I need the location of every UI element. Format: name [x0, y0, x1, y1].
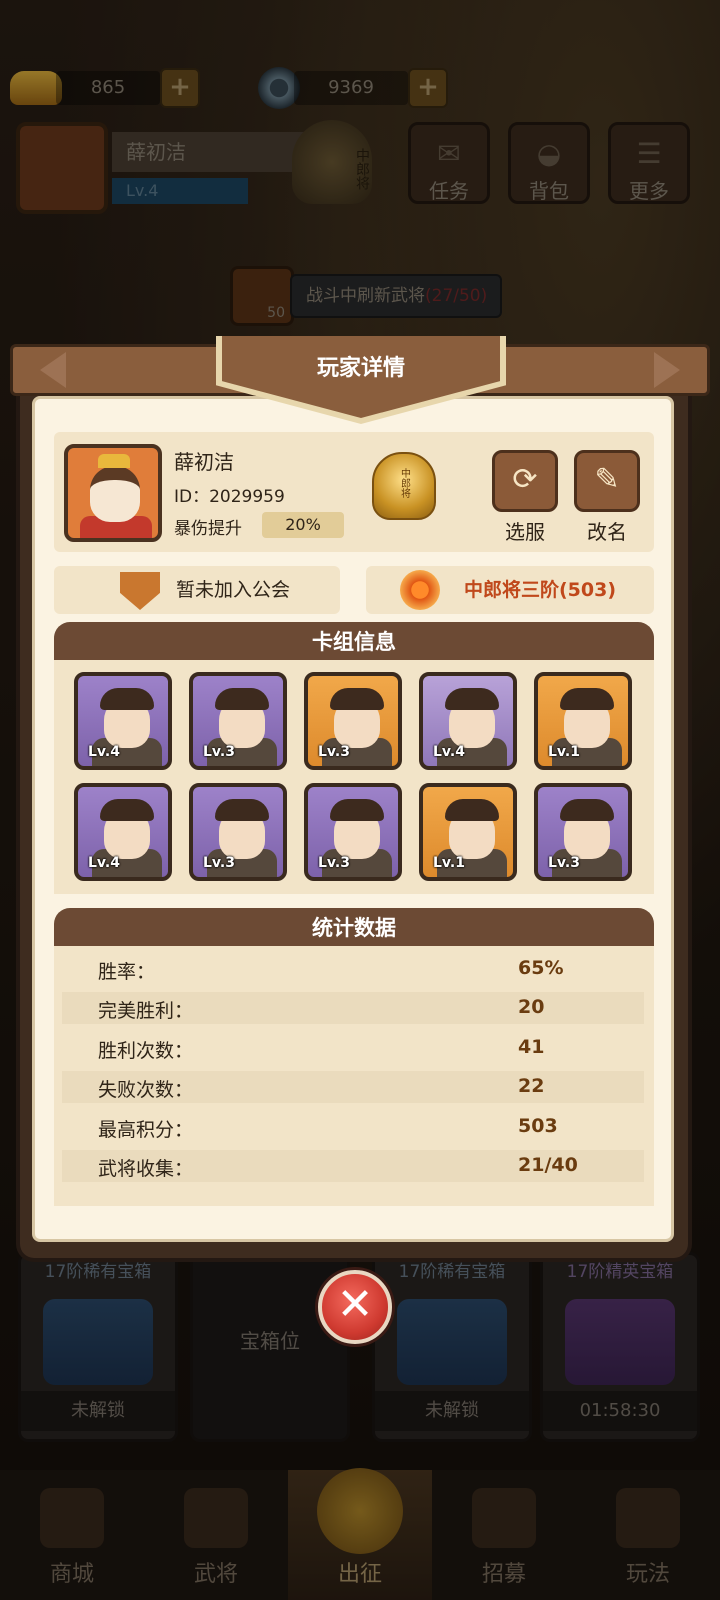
stat-value: 65% [518, 957, 564, 979]
stat-label: 武将收集： [98, 1158, 194, 1180]
hero-portrait-hair [330, 799, 384, 821]
crit-value: 20% [262, 512, 344, 538]
player-avatar [64, 444, 162, 542]
hero-card[interactable]: Lv.3 [304, 672, 402, 770]
stat-row-collection: 武将收集： 21/40 [62, 1150, 644, 1182]
hero-level: Lv.4 [88, 855, 120, 871]
crit-label: 暴伤提升 [174, 519, 242, 539]
switch-server-label: 选服 [505, 520, 545, 544]
hero-card[interactable]: Lv.1 [534, 672, 632, 770]
rank-emblem-text: 中郎将 [398, 468, 410, 498]
pencil-icon: ✎ [594, 462, 620, 497]
switch-server-button[interactable]: ⟳ [492, 450, 558, 512]
hero-card[interactable]: Lv.3 [189, 783, 287, 881]
hero-level: Lv.1 [548, 744, 580, 760]
stat-row-perfect-wins: 完美胜利： 20 [62, 992, 644, 1024]
hero-portrait-hair [215, 688, 269, 710]
deck-header: 卡组信息 [54, 622, 654, 662]
hero-level: Lv.4 [433, 744, 465, 760]
stats-header: 统计数据 [54, 908, 654, 948]
rank-text: 中郎将三阶(503) [464, 579, 617, 601]
hero-portrait-hair [215, 799, 269, 821]
stat-label: 失败次数： [98, 1079, 194, 1101]
stat-value: 21/40 [518, 1154, 578, 1176]
rename-button[interactable]: ✎ [574, 450, 640, 512]
hero-level: Lv.4 [88, 744, 120, 760]
guild-status[interactable]: 暂未加入公会 [54, 566, 340, 614]
stat-row-wins: 胜利次数： 41 [62, 1032, 644, 1064]
refresh-icon: ⟳ [512, 462, 538, 497]
hero-portrait-hair [100, 688, 154, 710]
stat-value: 20 [518, 996, 545, 1018]
stat-value: 22 [518, 1075, 545, 1097]
hero-card[interactable]: Lv.1 [419, 783, 517, 881]
medal-icon [400, 570, 440, 610]
stat-value: 41 [518, 1036, 545, 1058]
rank-status[interactable]: 中郎将三阶(503) [366, 566, 654, 614]
hero-level: Lv.3 [548, 855, 580, 871]
stat-row-losses: 失败次数： 22 [62, 1071, 644, 1103]
hero-portrait-hair [330, 688, 384, 710]
hero-card[interactable]: Lv.4 [74, 672, 172, 770]
hero-portrait-hair [445, 799, 499, 821]
avatar-crown [98, 454, 130, 468]
stat-value: 503 [518, 1115, 558, 1137]
close-button[interactable]: ✕ [318, 1270, 392, 1344]
hero-portrait-hair [560, 799, 614, 821]
stat-row-best-score: 最高积分： 503 [62, 1111, 644, 1143]
ribbon-left-arrow [40, 352, 66, 388]
stat-label: 最高积分： [98, 1119, 194, 1141]
stat-row-win-rate: 胜率： 65% [62, 953, 644, 985]
ribbon-right-arrow [654, 352, 680, 388]
hero-card[interactable]: Lv.4 [74, 783, 172, 881]
hero-card[interactable]: Lv.3 [534, 783, 632, 881]
rename-label: 改名 [587, 520, 627, 544]
modal-title: 玩家详情 [316, 356, 405, 381]
player-id: ID：2029959 [174, 487, 285, 507]
avatar-face [90, 466, 140, 522]
close-icon: ✕ [336, 1279, 374, 1330]
stat-label: 胜率： [98, 961, 156, 983]
shield-icon [120, 572, 160, 610]
hero-portrait-hair [560, 688, 614, 710]
hero-card[interactable]: Lv.3 [304, 783, 402, 881]
hero-card[interactable]: Lv.4 [419, 672, 517, 770]
hero-level: Lv.1 [433, 855, 465, 871]
stat-label: 完美胜利： [98, 1000, 194, 1022]
hero-card[interactable]: Lv.3 [189, 672, 287, 770]
stat-label: 胜利次数： [98, 1040, 194, 1062]
hero-level: Lv.3 [318, 744, 350, 760]
hero-level: Lv.3 [318, 855, 350, 871]
hero-level: Lv.3 [203, 744, 235, 760]
rank-emblem: 中郎将 [372, 452, 436, 520]
hero-level: Lv.3 [203, 855, 235, 871]
guild-text: 暂未加入公会 [176, 579, 291, 601]
player-name: 薛初洁 [174, 450, 234, 474]
hero-portrait-hair [445, 688, 499, 710]
hero-portrait-hair [100, 799, 154, 821]
